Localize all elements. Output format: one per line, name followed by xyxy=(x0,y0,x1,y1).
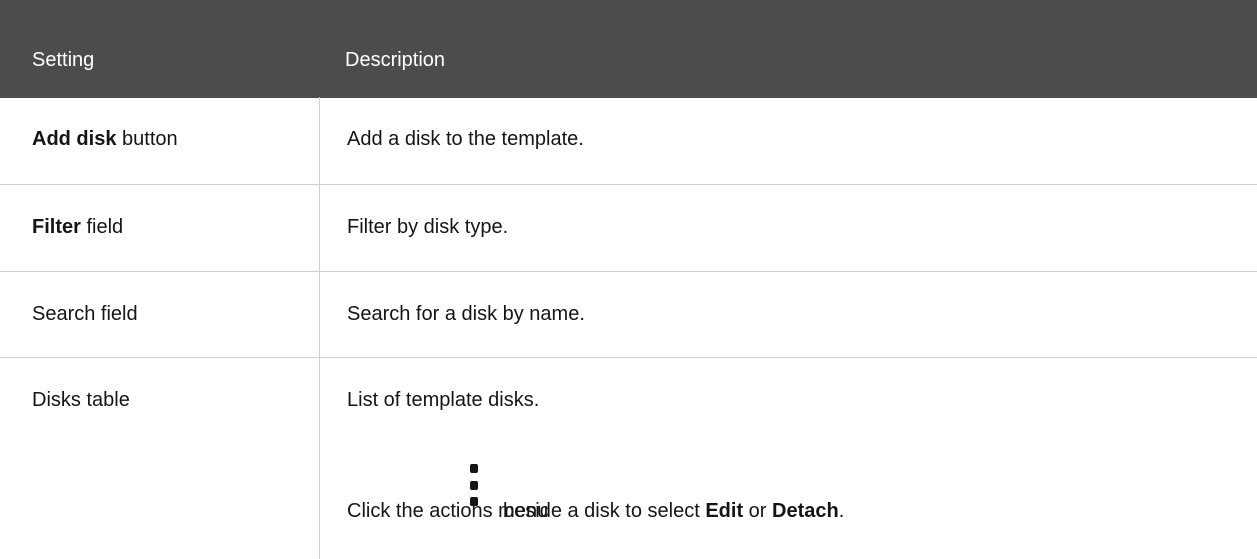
setting-type: field xyxy=(80,216,124,238)
setting-cell: Filter field xyxy=(32,216,123,239)
setting-cell: Add disk button xyxy=(32,128,178,151)
table-row-filter: Filter field Filter by disk type. xyxy=(0,185,1257,272)
period-label: . xyxy=(838,500,845,522)
description-cell: Search for a disk by name. xyxy=(347,303,585,325)
actions-text-middle: beside a disk to select xyxy=(503,500,706,522)
setting-type: button xyxy=(116,128,178,150)
edit-label: Edit xyxy=(705,500,744,522)
setting-type: Disks table xyxy=(32,389,130,411)
detach-label: Detach xyxy=(772,500,839,522)
description-cell: Filter by disk type. xyxy=(347,216,509,238)
or-label: or xyxy=(743,500,773,522)
column-header-description: Description xyxy=(345,49,446,71)
setting-name: Add disk xyxy=(32,128,117,150)
setting-cell: Search field xyxy=(32,303,138,326)
setting-name: Filter xyxy=(32,216,81,238)
table-row-disks-table: Disks table List of template disks. Clic… xyxy=(0,358,1257,559)
description-actions-text-continued: beside a disk to select Edit or Detach. xyxy=(503,500,844,523)
setting-cell: Disks table xyxy=(32,389,130,412)
description-cell: List of template disks. xyxy=(347,389,540,411)
setting-type: Search field xyxy=(32,303,138,325)
kebab-icon xyxy=(467,464,479,508)
description-cell: Add a disk to the template. xyxy=(347,128,584,150)
table-header: Setting Description xyxy=(0,0,1257,98)
table-row-add-disk: Add disk button Add a disk to the templa… xyxy=(0,97,1257,185)
column-header-setting: Setting xyxy=(32,49,95,71)
table-row-search: Search field Search for a disk by name. xyxy=(0,272,1257,358)
settings-table: Setting Description Add disk button Add … xyxy=(0,0,1257,559)
